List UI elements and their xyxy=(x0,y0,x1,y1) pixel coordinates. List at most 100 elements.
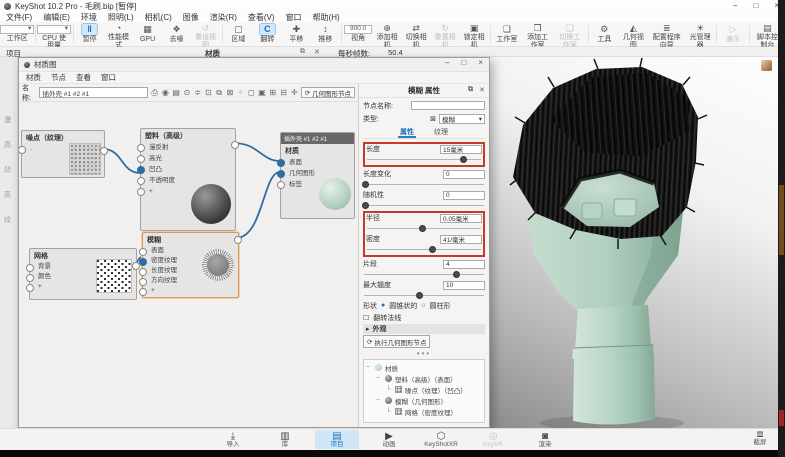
viewport-widget-icon[interactable] xyxy=(761,60,772,71)
ribbon-lock-camera[interactable]: ▣ 锁定相机 xyxy=(460,23,488,49)
graph-menu-window[interactable]: 窗口 xyxy=(101,72,116,83)
tab-properties[interactable]: 属性 xyxy=(398,127,416,138)
menu-lighting[interactable]: 照明(L) xyxy=(108,12,134,23)
maximize-button[interactable]: □ xyxy=(753,1,758,10)
radius-slider[interactable] xyxy=(366,224,482,233)
show-list-icon[interactable]: ▤ xyxy=(172,88,181,97)
input-port[interactable] xyxy=(137,144,145,152)
ribbon-tools[interactable]: ⚙ 工具 xyxy=(590,23,618,45)
execute-geometry-node-button[interactable]: ⟳ 执行几何图形节点 xyxy=(363,335,431,349)
input-port[interactable] xyxy=(26,284,34,292)
dock-library[interactable]: ▥ 库 xyxy=(263,430,307,450)
duplicate-icon[interactable]: ⧉ xyxy=(215,88,224,98)
material-graph-titlebar[interactable]: 材质图 – □ × xyxy=(19,58,489,72)
graph-maximize-button[interactable]: □ xyxy=(461,58,466,67)
tree-toggle-icon[interactable]: − xyxy=(376,375,382,382)
dock-project[interactable]: ▤ 项目 xyxy=(315,429,359,450)
delete-icon[interactable]: ⊠ xyxy=(225,88,234,97)
graph-menu-view[interactable]: 查看 xyxy=(76,72,91,83)
dock-animation[interactable]: ▶ 动画 xyxy=(367,430,411,450)
dock-keyshotxr[interactable]: ⬡ KeyShotXR xyxy=(419,430,463,450)
output-port[interactable] xyxy=(234,236,242,244)
minimize-button[interactable]: – xyxy=(733,1,737,10)
graph-close-button[interactable]: × xyxy=(478,58,483,67)
node-fuzz-geometry[interactable]: 模糊 表面 密度纹理 长度纹理 方向纹理 + xyxy=(139,232,242,298)
ribbon-flip[interactable]: C 翻转 xyxy=(253,23,281,45)
save-icon[interactable]: ⎙ xyxy=(150,88,159,98)
output-port[interactable] xyxy=(231,141,239,149)
input-port[interactable] xyxy=(26,274,34,282)
graph-minimize-button[interactable]: – xyxy=(445,58,449,67)
ribbon-geometry-view[interactable]: ◭ 几何视图 xyxy=(619,23,647,49)
material-preview-icon[interactable]: ◉ xyxy=(161,88,170,97)
length-value[interactable]: 15毫米 xyxy=(440,144,482,154)
ribbon-add-studio[interactable]: ❐ 添加工作室 xyxy=(522,23,553,49)
menu-edit[interactable]: 编辑(E) xyxy=(43,12,70,23)
input-port[interactable] xyxy=(137,177,145,185)
radio-cylindrical-label[interactable]: 圆柱形 xyxy=(429,301,450,311)
ribbon-add-camera[interactable]: ⊕ 添加相机 xyxy=(373,23,401,49)
input-port-connected[interactable] xyxy=(277,170,285,178)
dock-render[interactable]: ◙ 渲染 xyxy=(523,430,567,450)
ribbon-light-manager[interactable]: ☀ 光管理器 xyxy=(686,23,714,49)
ribbon-cpu-usage[interactable]: ▾ CPU 使用量 xyxy=(37,23,72,49)
close-panel-icon[interactable]: ✕ xyxy=(479,86,485,94)
menu-camera[interactable]: 相机(C) xyxy=(145,12,172,23)
input-port-connected[interactable] xyxy=(137,166,145,174)
realtime-3d-viewport[interactable] xyxy=(490,57,778,428)
node-plastic-advanced[interactable]: 塑料（高级） 漫反射 高光 凹凸 不透明度 + xyxy=(137,128,239,231)
type-select[interactable]: 模糊 ▾ xyxy=(439,113,485,124)
ribbon-region[interactable]: ▢ 区域 xyxy=(224,23,252,45)
length-variation-slider[interactable] xyxy=(362,180,485,189)
dock-screenshot[interactable]: ⧈ 截屏 xyxy=(745,429,775,447)
node-grid-texture[interactable]: 网格 背景 颜色 + xyxy=(26,248,140,300)
close-panel-icon[interactable]: ✕ xyxy=(314,48,320,56)
ribbon-switch-camera[interactable]: ⇄ 切换相机 xyxy=(402,23,430,49)
graph-menu-material[interactable]: 材质 xyxy=(26,72,41,83)
input-port-connected[interactable] xyxy=(277,159,285,167)
zoom-in-icon[interactable]: ⊞ xyxy=(268,88,277,97)
input-port[interactable] xyxy=(137,188,145,196)
ribbon-dolly[interactable]: ↕ 推移 xyxy=(311,23,339,45)
geometry-node-toggle-button[interactable]: ⟳ 几何图形节点 xyxy=(300,87,356,98)
center-view-icon[interactable]: ✛ xyxy=(290,88,299,97)
ribbon-performance-mode[interactable]: ◔ 性能模式 xyxy=(105,23,133,49)
radio-cylindrical[interactable]: ○ xyxy=(421,302,425,309)
length-slider[interactable] xyxy=(366,155,482,164)
menu-window[interactable]: 窗口 xyxy=(286,12,302,23)
thumb-small-icon[interactable]: ▫ xyxy=(236,88,245,97)
material-graph-window[interactable]: 材质图 – □ × 材质 节点 查看 窗口 名称: 插外壳 #1 #2 #1 ⎙… xyxy=(18,57,490,428)
delete-node-icon[interactable]: ⊠ xyxy=(430,115,436,123)
menu-help[interactable]: 帮助(H) xyxy=(313,12,340,23)
input-port-connected[interactable] xyxy=(139,258,147,266)
thumb-medium-icon[interactable]: ◻ xyxy=(247,88,256,97)
radio-conical[interactable]: ● xyxy=(381,302,385,309)
menu-view[interactable]: 查看(V) xyxy=(248,12,275,23)
radio-conical-label[interactable]: 圆锥状的 xyxy=(389,301,417,311)
segments-slider[interactable] xyxy=(363,270,485,279)
ribbon-pan[interactable]: ✚ 平移 xyxy=(282,23,310,45)
zoom-out-icon[interactable]: ⊟ xyxy=(279,88,288,97)
dock-import[interactable]: ⤓ 导入 xyxy=(211,430,255,450)
panel-splitter-handle[interactable]: ••• xyxy=(363,349,485,358)
tree-row-material[interactable]: − 材质 xyxy=(366,362,482,373)
fov-value[interactable]: 900.0 xyxy=(344,25,373,34)
density-value[interactable]: 41/毫米 xyxy=(440,234,482,244)
ribbon-configurator-wizard[interactable]: ≣ 配置程序向导 xyxy=(648,23,685,49)
tree-toggle-icon[interactable]: − xyxy=(376,397,382,404)
align-nodes-icon[interactable]: ≑ xyxy=(193,88,202,97)
length-variation-value[interactable]: 0 xyxy=(443,169,485,179)
input-port[interactable] xyxy=(139,248,147,256)
ribbon-pause[interactable]: ‖ 暂停 xyxy=(76,23,104,45)
input-port[interactable] xyxy=(26,264,34,272)
radius-value[interactable]: 0.05毫米 xyxy=(440,213,482,223)
history-icon[interactable]: ⊙ xyxy=(183,88,192,97)
max-bend-slider[interactable] xyxy=(363,291,485,300)
randomness-value[interactable]: 0 xyxy=(443,190,485,200)
tree-toggle-icon[interactable]: − xyxy=(366,364,372,371)
segments-value[interactable]: 4 xyxy=(443,259,485,269)
menu-render[interactable]: 渲染(R) xyxy=(210,12,237,23)
input-port[interactable] xyxy=(139,268,147,276)
ribbon-denoise[interactable]: ❖ 去噪 xyxy=(163,23,191,45)
tree-row-plastic[interactable]: − 塑料（高级）（表面） xyxy=(366,373,482,384)
